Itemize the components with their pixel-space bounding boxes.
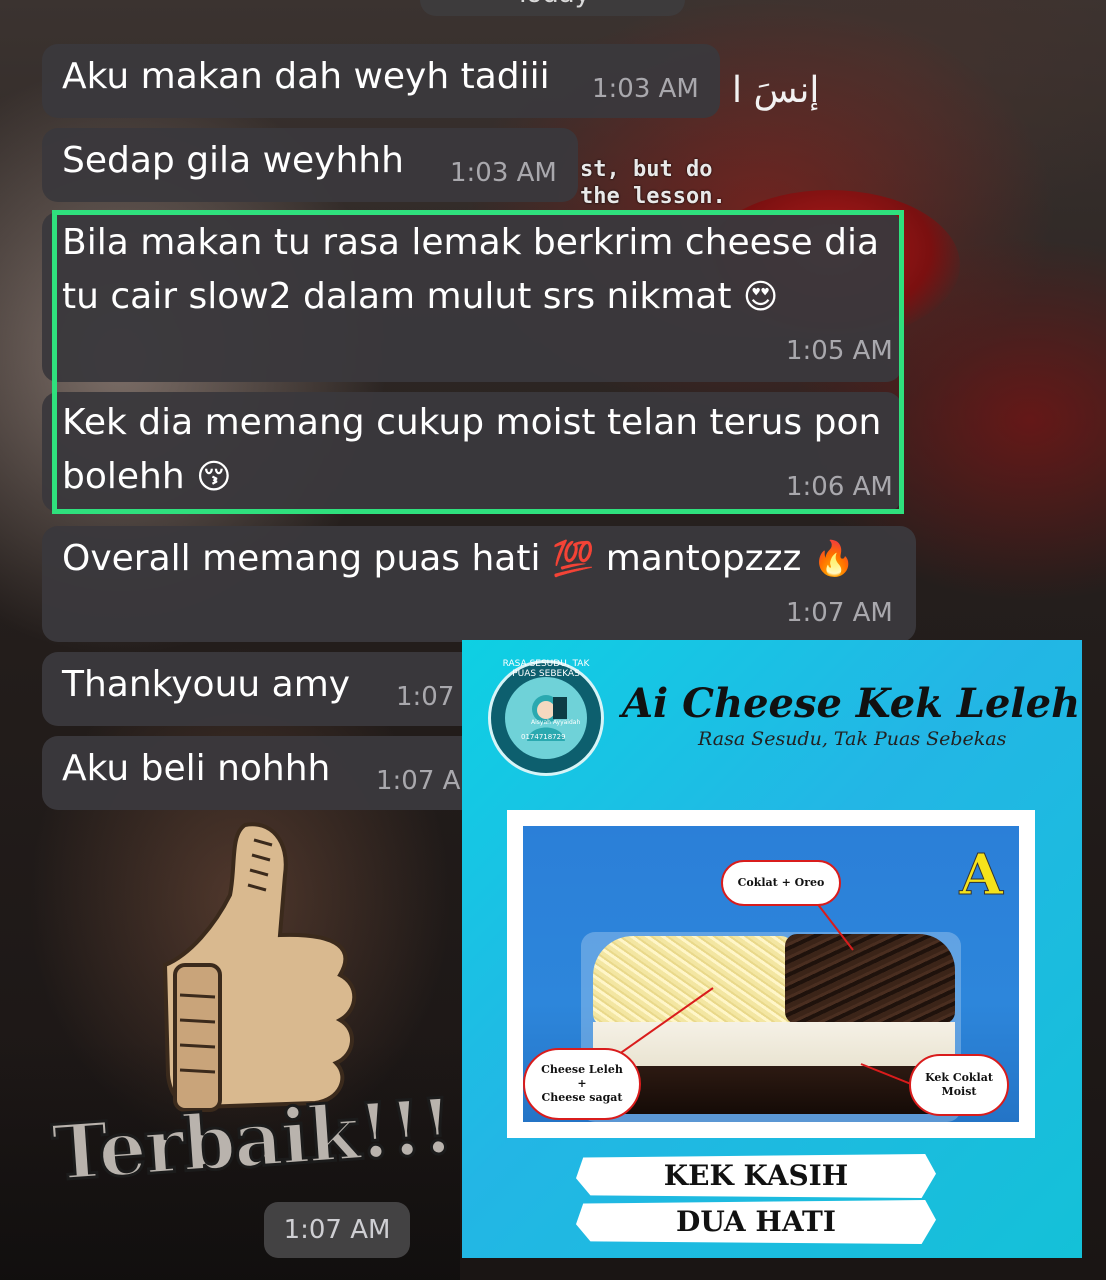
product-photo-frame: A Coklat + Oreo Cheese Leleh + Cheese sa…	[507, 810, 1035, 1138]
cake-photo: A Coklat + Oreo Cheese Leleh + Cheese sa…	[523, 826, 1019, 1122]
brand-logo: RASA SESUDU, TAK PUAS SEBEKAS Aisyah Ayy…	[488, 659, 604, 776]
message-text: tu cair slow2 dalam mulut srs nikmat 😍	[62, 270, 778, 324]
wallpaper-arabic-text: إنسَ ا	[732, 70, 820, 111]
message-bubble[interactable]: Kek dia memang cukup moist telan terus p…	[42, 392, 902, 512]
message-text: Aku beli nohhh	[62, 748, 331, 789]
date-header: Today	[420, 0, 685, 16]
wallpaper-quote-line: the lesson.	[580, 184, 726, 209]
message-text-part: mantopzzz	[605, 538, 802, 579]
hundred-points-emoji-icon: 💯	[551, 539, 595, 579]
fire-emoji-icon: 🔥	[812, 539, 856, 579]
message-bubble[interactable]: Thankyouu amy 1:07	[42, 652, 482, 726]
message-bubble[interactable]: Aku beli nohhh 1:07 A	[42, 736, 482, 810]
message-bubble[interactable]: Aku makan dah weyh tadiii 1:03 AM	[42, 44, 720, 118]
message-time: 1:07 AM	[786, 598, 893, 628]
message-time: 1:07	[396, 682, 455, 712]
message-time: 1:07 A	[376, 766, 461, 796]
message-text: Sedap gila weyhhh	[62, 140, 404, 181]
wallpaper-quote-line: st, but do	[580, 157, 713, 182]
wallpaper-quote: st, but do the lesson.	[580, 156, 726, 210]
message-text-line: bolehh	[62, 456, 185, 497]
product-tagline: Rasa Sesudu, Tak Puas Sebekas	[698, 728, 1007, 750]
message-text: Aku makan dah weyh tadiii	[62, 56, 550, 97]
product-image[interactable]: RASA SESUDU, TAK PUAS SEBEKAS Aisyah Ayy…	[462, 640, 1082, 1258]
callout-base: Kek Coklat Moist	[909, 1054, 1009, 1116]
message-text: bolehh 😚	[62, 450, 232, 504]
message-time: 1:06 AM	[786, 472, 893, 502]
callout-cheese-line: Cheese sagat	[541, 1091, 623, 1104]
message-text-part: Overall memang puas hati	[62, 538, 541, 579]
sticker-time: 1:07 AM	[264, 1202, 410, 1258]
callout-cheese-line: +	[577, 1077, 587, 1090]
callout-base-line: Kek Coklat	[925, 1071, 993, 1084]
message-time: 1:03 AM	[592, 74, 699, 104]
heart-eyes-emoji-icon: 😍	[742, 277, 779, 317]
callout-cheese-line: Cheese Leleh	[541, 1063, 623, 1076]
product-title: Ai Cheese Kek Leleh	[622, 680, 1081, 727]
logo-phone-number: 0174718729	[521, 733, 566, 741]
message-text-line: tu cair slow2 dalam mulut srs nikmat	[62, 276, 732, 317]
message-time: 1:05 AM	[786, 336, 893, 366]
message-text: Kek dia memang cukup moist telan terus p…	[62, 402, 882, 443]
logo-brand-name: Aisyah Ayyaidah	[531, 719, 581, 726]
message-bubble[interactable]: Sedap gila weyhhh 1:03 AM	[42, 128, 578, 202]
message-text: Bila makan tu rasa lemak berkrim cheese …	[62, 222, 880, 263]
message-bubble[interactable]: Overall memang puas hati 💯 mantopzzz 🔥 1…	[42, 526, 916, 642]
callout-topping: Coklat + Oreo	[721, 860, 841, 906]
logo-ring-text: RASA SESUDU, TAK PUAS SEBEKAS	[502, 659, 590, 679]
kissing-face-emoji-icon: 😚	[196, 457, 232, 497]
message-text: Thankyouu amy	[62, 664, 351, 705]
message-time: 1:03 AM	[450, 158, 557, 188]
product-banner-line: KEK KASIH	[576, 1154, 936, 1198]
callout-cheese: Cheese Leleh + Cheese sagat	[523, 1048, 641, 1120]
message-text: Overall memang puas hati 💯 mantopzzz 🔥	[62, 532, 855, 586]
product-banner-line: DUA HATI	[576, 1200, 936, 1244]
message-bubble[interactable]: Bila makan tu rasa lemak berkrim cheese …	[42, 212, 902, 382]
callout-base-line: Moist	[941, 1085, 977, 1098]
